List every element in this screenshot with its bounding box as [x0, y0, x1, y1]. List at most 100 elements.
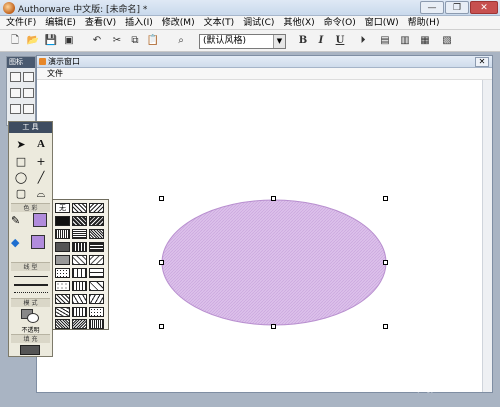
presentation-title-bar[interactable]: 演示窗口 ✕	[37, 56, 492, 68]
underline-button[interactable]: U	[333, 34, 347, 48]
fill-pattern-preview[interactable]	[20, 345, 40, 355]
bold-button[interactable]: B	[296, 34, 310, 48]
pattern-swatch[interactable]	[89, 216, 104, 226]
pattern-swatch[interactable]	[72, 294, 87, 304]
text-tool-icon[interactable]: A	[33, 137, 49, 152]
knowledge-objects-icon[interactable]: ▧	[440, 34, 454, 48]
presentation-menu-file[interactable]: 文件	[47, 68, 63, 80]
pattern-swatch[interactable]	[72, 255, 87, 265]
polygon-tool-icon[interactable]: ⌓	[33, 186, 49, 201]
ellipse-tool-icon[interactable]: ◯	[13, 170, 29, 185]
menu-view[interactable]: 查看(V)	[79, 16, 119, 29]
pattern-swatch[interactable]	[72, 319, 87, 329]
selection-handle-top-right[interactable]	[383, 196, 388, 201]
menu-other[interactable]: 其他(X)	[277, 16, 317, 29]
close-button[interactable]: ✕	[470, 1, 498, 14]
menu-help[interactable]: 帮助(H)	[402, 16, 443, 29]
variables-icon[interactable]: ▦	[418, 34, 432, 48]
pattern-swatch[interactable]	[55, 242, 70, 252]
pattern-swatch[interactable]	[72, 216, 87, 226]
line-section-label: 线 型	[11, 262, 50, 271]
pattern-none[interactable]: 无	[55, 203, 70, 213]
menu-command[interactable]: 命令(O)	[318, 16, 359, 29]
italic-button[interactable]: I	[314, 34, 328, 48]
selection-handle-top-left[interactable]	[159, 196, 164, 201]
selection-handle-top[interactable]	[271, 196, 276, 201]
line-color-swatch[interactable]	[33, 213, 47, 227]
app-logo-icon	[3, 2, 15, 14]
pattern-swatch[interactable]	[72, 281, 87, 291]
menu-edit[interactable]: 编辑(E)	[39, 16, 79, 29]
cut-icon[interactable]: ✂	[110, 34, 124, 48]
selection-handle-bottom-left[interactable]	[159, 324, 164, 329]
line-medium[interactable]	[14, 284, 48, 286]
undo-icon[interactable]: ↶	[90, 34, 104, 48]
pointer-tool-icon[interactable]: ➤	[13, 137, 29, 152]
pattern-swatch[interactable]	[55, 216, 70, 226]
pattern-swatch[interactable]	[55, 319, 70, 329]
selection-handle-bottom[interactable]	[271, 324, 276, 329]
selection-handle-left[interactable]	[159, 260, 164, 265]
rectangle-tool-icon[interactable]: □	[13, 154, 29, 169]
pattern-swatch[interactable]	[89, 268, 104, 278]
line-tool-icon[interactable]: +	[33, 154, 49, 169]
selection-handle-bottom-right[interactable]	[383, 324, 388, 329]
pattern-swatch[interactable]	[72, 229, 87, 239]
functions-icon[interactable]: ▥	[398, 34, 412, 48]
vertical-scrollbar[interactable]	[482, 80, 492, 392]
pattern-swatch[interactable]	[89, 242, 104, 252]
erase-icon[interactable]	[10, 88, 21, 98]
pattern-swatch[interactable]	[89, 307, 104, 317]
paste-icon[interactable]: 📋	[146, 34, 160, 48]
selection-handle-right[interactable]	[383, 260, 388, 265]
pattern-swatch[interactable]	[72, 203, 87, 213]
presentation-close-button[interactable]: ✕	[475, 57, 489, 67]
find-icon[interactable]: ⌕	[174, 34, 188, 48]
navigate-icon[interactable]	[10, 104, 21, 114]
menu-debug[interactable]: 调试(C)	[237, 16, 277, 29]
motion-icon[interactable]	[23, 72, 34, 82]
pattern-swatch[interactable]	[72, 242, 87, 252]
pattern-swatch[interactable]	[72, 268, 87, 278]
menu-text[interactable]: 文本(T)	[198, 16, 238, 29]
pattern-swatch[interactable]	[55, 229, 70, 239]
import-icon[interactable]: ▣	[62, 34, 76, 48]
pattern-swatch[interactable]	[89, 203, 104, 213]
ellipse-shape[interactable]	[161, 199, 387, 326]
line-thin[interactable]	[14, 276, 48, 277]
chevron-down-icon[interactable]: ▼	[273, 35, 285, 48]
pattern-swatch[interactable]	[89, 229, 104, 239]
pattern-swatch[interactable]	[89, 281, 104, 291]
text-style-select[interactable]: (默认风格) ▼	[199, 34, 286, 49]
mode-overlap-icon[interactable]	[21, 309, 39, 323]
menu-insert[interactable]: 插入(I)	[119, 16, 156, 29]
minimize-button[interactable]: —	[420, 1, 444, 14]
run-icon[interactable]: ⏵	[356, 34, 370, 48]
line-dotted[interactable]	[14, 292, 48, 293]
pattern-swatch[interactable]	[89, 319, 104, 329]
rounded-rectangle-tool-icon[interactable]: ▢	[13, 186, 29, 201]
framework-icon[interactable]	[23, 104, 34, 114]
pattern-swatch[interactable]	[55, 281, 70, 291]
menu-modify[interactable]: 修改(M)	[156, 16, 198, 29]
control-panel-icon[interactable]: ▤	[378, 34, 392, 48]
maximize-button[interactable]: ❐	[445, 1, 469, 14]
menu-window[interactable]: 窗口(W)	[359, 16, 402, 29]
copy-icon[interactable]: ⧉	[128, 34, 142, 48]
open-folder-icon[interactable]: 📂	[26, 34, 40, 48]
mode-value: 不透明	[21, 327, 40, 334]
pattern-swatch[interactable]	[72, 307, 87, 317]
diagonal-line-tool-icon[interactable]: ╱	[33, 170, 49, 185]
save-icon[interactable]: 💾	[44, 34, 58, 48]
foreground-color-swatch[interactable]	[31, 235, 45, 249]
pattern-swatch[interactable]	[55, 255, 70, 265]
pattern-swatch[interactable]	[55, 268, 70, 278]
pattern-swatch[interactable]	[89, 255, 104, 265]
menu-file[interactable]: 文件(F)	[0, 16, 39, 29]
new-file-icon[interactable]: 🗋	[8, 34, 22, 48]
pattern-swatch[interactable]	[55, 294, 70, 304]
pattern-swatch[interactable]	[55, 307, 70, 317]
wait-icon[interactable]	[23, 88, 34, 98]
display-icon[interactable]	[10, 72, 21, 82]
pattern-swatch[interactable]	[89, 294, 104, 304]
